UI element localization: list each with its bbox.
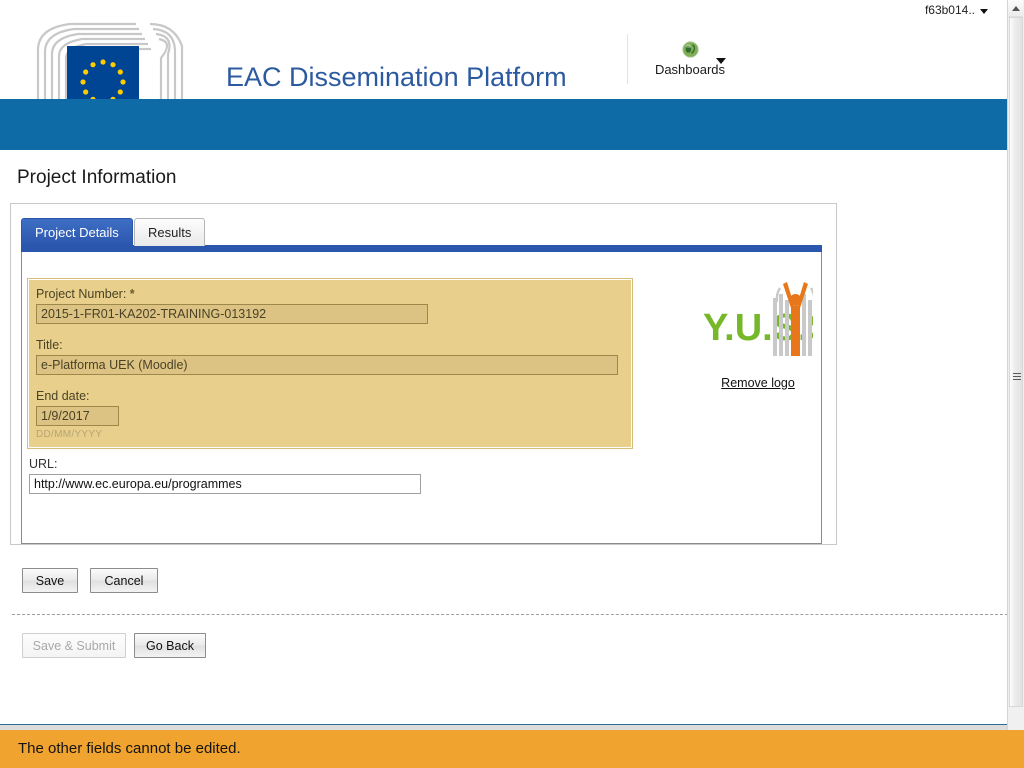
brand-band-fill <box>0 99 1008 150</box>
scrollbar-thumb[interactable] <box>1009 17 1023 707</box>
save-and-submit-button[interactable]: Save & Submit <box>22 633 126 658</box>
eu-flag <box>67 46 139 99</box>
notification-banner-message: The other fields cannot be edited. <box>18 740 241 757</box>
field-end-date-label: End date: <box>36 389 90 403</box>
scrollbar-grip-icon <box>1013 373 1021 381</box>
brand-band <box>0 99 1008 150</box>
project-logo-block: Y.U.S.S. Remove logo <box>698 278 818 392</box>
cancel-button[interactable]: Cancel <box>90 568 158 593</box>
field-title: Title: <box>36 338 618 375</box>
save-button[interactable]: Save <box>22 568 78 593</box>
project-number-label-text: Project Number: <box>36 287 127 301</box>
end-date-input[interactable] <box>36 406 119 426</box>
section-divider <box>12 614 1008 615</box>
tab-project-details[interactable]: Project Details <box>21 218 133 246</box>
page-title: Project Information <box>17 167 177 188</box>
european-commission-logo: European Commission <box>24 16 214 99</box>
field-end-date: End date: DD/MM/YYYY <box>36 389 119 440</box>
field-title-label: Title: <box>36 338 63 352</box>
field-url: URL: <box>29 457 421 494</box>
tab-bar: Project Details Results <box>10 218 822 248</box>
eu-stars-icon <box>80 59 126 99</box>
application-window: European Commission EAC Dissemination Pl… <box>0 0 1024 768</box>
app-title: EAC Dissemination Platform <box>226 62 567 92</box>
yuss-logo-image: Y.U.S.S. <box>703 282 813 356</box>
nav-item-dashboards-label: Dashboards <box>654 62 726 77</box>
end-date-format-hint: DD/MM/YYYY <box>36 429 103 440</box>
user-bar: f63b014.. <box>0 0 1008 22</box>
field-project-number-label: Project Number: * <box>36 287 428 301</box>
globe-icon <box>681 41 699 58</box>
remove-logo-link[interactable]: Remove logo <box>721 376 795 390</box>
url-input[interactable] <box>29 474 421 494</box>
chevron-down-icon <box>980 8 988 14</box>
chevron-up-icon <box>1012 6 1020 11</box>
notification-banner: The other fields cannot be edited. <box>0 730 1024 768</box>
vertical-scrollbar[interactable] <box>1007 0 1024 730</box>
project-number-input[interactable] <box>36 304 428 324</box>
tab-strip <box>21 245 822 252</box>
tab-results[interactable]: Results <box>134 218 206 246</box>
scroll-up-button[interactable] <box>1008 0 1023 17</box>
title-input[interactable] <box>36 355 618 375</box>
account-menu-label: f63b014.. <box>924 3 975 17</box>
required-marker: * <box>129 287 135 301</box>
readonly-fields-group: Project Number: * Title: End date: DD/MM… <box>27 278 633 449</box>
account-menu[interactable]: f63b014.. <box>925 3 988 17</box>
chevron-down-icon[interactable] <box>716 58 726 64</box>
nav-separator <box>627 34 628 84</box>
field-url-label: URL: <box>29 457 58 471</box>
field-project-number: Project Number: * <box>36 287 428 324</box>
go-back-button[interactable]: Go Back <box>134 633 206 658</box>
